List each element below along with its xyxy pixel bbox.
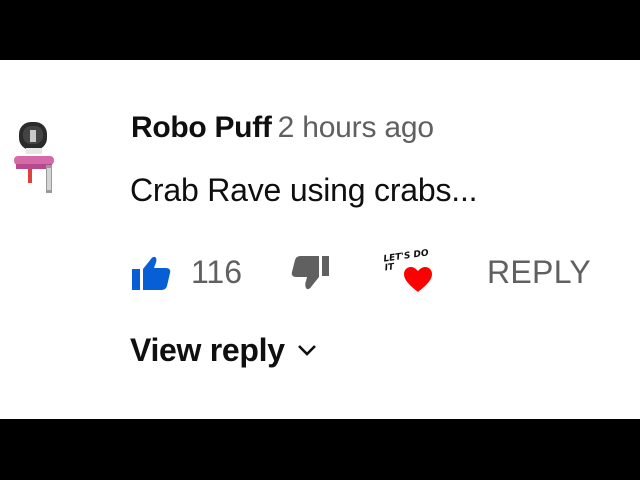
dislike-button[interactable] <box>290 252 332 294</box>
reply-button[interactable]: REPLY <box>487 251 591 293</box>
creator-heart: LET'S DO IT <box>383 248 436 298</box>
comment-card: Robo Puff 2 hours ago Crab Rave using cra… <box>0 60 640 419</box>
video-frame: Robo Puff 2 hours ago Crab Rave using cra… <box>0 0 640 480</box>
thumbs-down-icon <box>291 256 329 290</box>
view-reply-label: View reply <box>130 332 285 368</box>
avatar[interactable] <box>14 116 64 206</box>
comment-text: Crab Rave using crabs... <box>130 172 478 208</box>
heart-icon <box>404 267 432 292</box>
like-button[interactable] <box>130 252 172 294</box>
author-name[interactable]: Robo Puff <box>131 111 272 144</box>
comment-actions: 116 LET'S DO IT REPLY <box>0 248 640 298</box>
chevron-down-icon <box>297 345 316 356</box>
letterbox-top <box>0 0 640 60</box>
comment-header: Robo Puff 2 hours ago <box>131 108 434 148</box>
thumbs-up-icon <box>132 256 171 290</box>
view-reply-button[interactable]: View reply <box>130 328 319 372</box>
avatar-image <box>14 122 54 193</box>
comment-timestamp[interactable]: 2 hours ago <box>278 111 434 144</box>
letterbox-bottom <box>0 419 640 480</box>
like-count: 116 <box>191 254 243 290</box>
